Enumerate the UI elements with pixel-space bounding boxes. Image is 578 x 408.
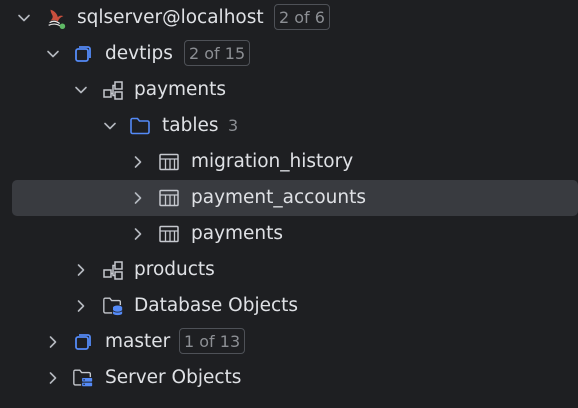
folder-icon (129, 115, 151, 137)
chevron-down-icon[interactable] (74, 83, 88, 97)
chevron-right-icon[interactable] (46, 371, 60, 385)
tree-row-server-objects[interactable]: Server Objects (0, 360, 578, 396)
chevron-down-icon[interactable] (46, 47, 60, 61)
database-icon (72, 331, 94, 353)
table-icon (158, 187, 180, 209)
server-label: sqlserver@localhost (77, 7, 264, 28)
schema-label: products (134, 259, 215, 280)
server-count-badge: 2 of 6 (274, 4, 330, 30)
database-objects-folder-icon (102, 295, 124, 317)
folder-count: 3 (228, 116, 239, 135)
database-count-badge: 1 of 13 (179, 328, 246, 354)
tree-row-table-payments[interactable]: payments (0, 216, 578, 252)
database-objects-label: Database Objects (134, 295, 299, 316)
table-icon (158, 151, 180, 173)
chevron-down-icon[interactable] (103, 119, 117, 133)
schema-label: payments (134, 79, 227, 100)
schema-icon (102, 259, 124, 281)
server-objects-label: Server Objects (105, 367, 242, 388)
chevron-right-icon[interactable] (74, 299, 88, 313)
tree-row-master[interactable]: master 1 of 13 (0, 324, 578, 360)
tree-row-products-schema[interactable]: products (0, 252, 578, 288)
tree-row-devtips[interactable]: devtips 2 of 15 (0, 36, 578, 72)
tree-row-payments-schema[interactable]: payments (0, 72, 578, 108)
chevron-right-icon[interactable] (131, 227, 145, 241)
tree-row-table-payment-accounts[interactable]: payment_accounts (0, 180, 578, 216)
database-label: devtips (105, 43, 173, 64)
chevron-right-icon[interactable] (46, 335, 60, 349)
tree-row-tables-folder[interactable]: tables 3 (0, 108, 578, 144)
database-explorer-tree: sqlserver@localhost 2 of 6 devtips 2 of … (0, 0, 578, 408)
tree-row-sqlserver[interactable]: sqlserver@localhost 2 of 6 (0, 0, 578, 36)
table-icon (158, 223, 180, 245)
chevron-right-icon[interactable] (131, 155, 145, 169)
chevron-down-icon[interactable] (17, 11, 31, 25)
table-label: payment_accounts (191, 187, 367, 208)
chevron-right-icon[interactable] (74, 263, 88, 277)
folder-label: tables (162, 115, 219, 136)
database-label: master (105, 331, 171, 352)
table-label: payments (191, 223, 284, 244)
sqlserver-icon (45, 7, 67, 29)
database-count-badge: 2 of 15 (184, 40, 251, 66)
tree-row-database-objects[interactable]: Database Objects (0, 288, 578, 324)
tree-row-table-migration-history[interactable]: migration_history (0, 144, 578, 180)
database-icon (72, 43, 94, 65)
chevron-right-icon[interactable] (131, 191, 145, 205)
schema-icon (102, 79, 124, 101)
server-objects-folder-icon (72, 367, 94, 389)
table-label: migration_history (191, 151, 354, 172)
